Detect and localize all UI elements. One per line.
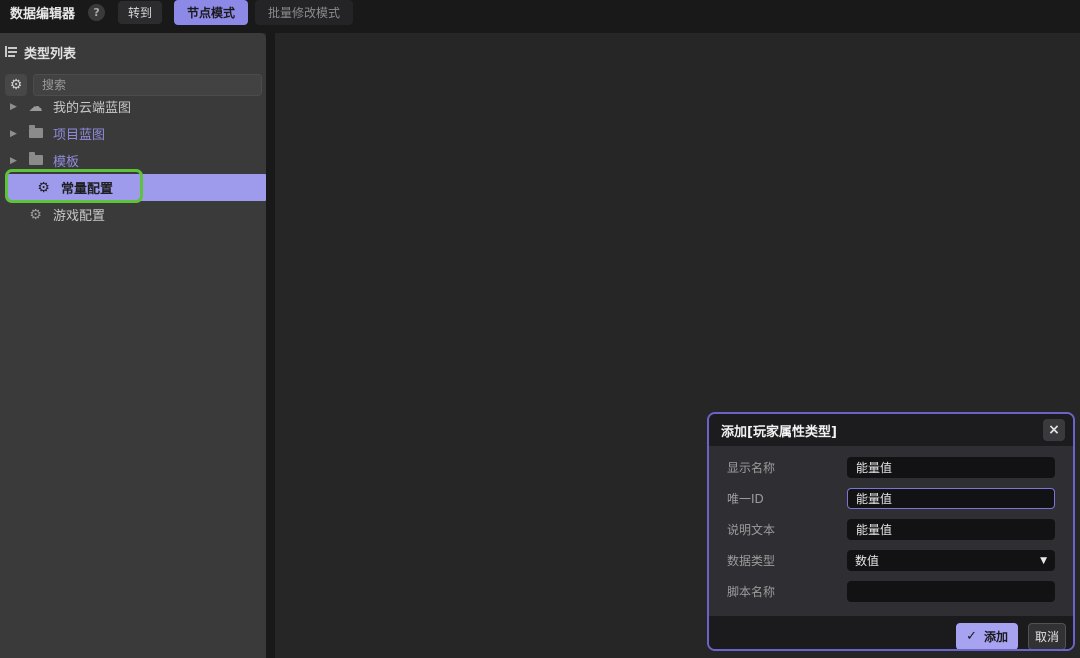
field-label: 说明文本 bbox=[727, 523, 776, 537]
dialog-title: 添加[玩家属性类型] bbox=[721, 424, 837, 440]
field-label: 显示名称 bbox=[727, 461, 776, 475]
field-label: 脚本名称 bbox=[727, 585, 776, 599]
chevron-down-icon: ▼ bbox=[1040, 555, 1047, 566]
tree-item-label: 游戏配置 bbox=[53, 209, 106, 224]
gear-icon: ⚙ bbox=[37, 179, 50, 196]
type-list-panel: 类型列表 ⚙ ▶ ☁ 我的云端蓝图 ▶ 项目蓝图 ▶ 模板 ⚙ 常量配置 ⚙ bbox=[0, 33, 266, 658]
panel-title: 类型列表 bbox=[24, 47, 77, 62]
data-type-select[interactable]: 数值 ▼ bbox=[847, 550, 1055, 571]
field-data-type: 数据类型 数值 ▼ bbox=[727, 550, 1055, 571]
help-icon[interactable]: ? bbox=[88, 3, 106, 21]
unique-id-input[interactable] bbox=[847, 488, 1055, 509]
folder-icon bbox=[27, 125, 44, 141]
description-input[interactable] bbox=[847, 519, 1055, 540]
cancel-button[interactable]: 取消 bbox=[1027, 622, 1066, 649]
folder-icon bbox=[27, 152, 44, 168]
gear-icon: ⚙ bbox=[9, 77, 23, 93]
type-list-icon bbox=[4, 44, 19, 62]
tree-item-label: 项目蓝图 bbox=[53, 128, 106, 143]
add-button[interactable]: ✓ 添加 bbox=[956, 622, 1018, 649]
display-name-input[interactable] bbox=[847, 457, 1055, 478]
gear-icon: ⚙ bbox=[29, 206, 42, 223]
tree-item-label: 模板 bbox=[53, 155, 80, 170]
dialog-titlebar: 添加[玩家属性类型] × bbox=[709, 414, 1073, 446]
add-button-label: 添加 bbox=[983, 629, 1008, 644]
goto-button[interactable]: 转到 bbox=[118, 0, 163, 24]
field-script-name: 脚本名称 bbox=[727, 581, 1055, 602]
cloud-icon: ☁ bbox=[28, 98, 43, 115]
chevron-right-icon[interactable]: ▶ bbox=[7, 156, 20, 166]
type-tree: ▶ ☁ 我的云端蓝图 ▶ 项目蓝图 ▶ 模板 ⚙ 常量配置 ⚙ 游戏配置 bbox=[0, 93, 266, 228]
app-title: 数据编辑器 bbox=[10, 6, 76, 22]
field-unique-id: 唯一ID bbox=[727, 488, 1055, 509]
sidebar-scrollbar[interactable] bbox=[266, 33, 275, 658]
tree-item-constant-config[interactable]: ⚙ 常量配置 bbox=[8, 174, 266, 201]
tab-node-mode[interactable]: 节点模式 bbox=[174, 0, 249, 25]
dialog-body: 显示名称 唯一ID 说明文本 数据类型 数值 ▼ 脚本名称 bbox=[709, 446, 1073, 616]
field-description: 说明文本 bbox=[727, 519, 1055, 540]
field-label: 唯一ID bbox=[727, 492, 764, 506]
chevron-right-icon[interactable]: ▶ bbox=[7, 129, 20, 139]
script-name-input[interactable] bbox=[847, 581, 1055, 602]
tree-item-label: 我的云端蓝图 bbox=[53, 101, 132, 116]
tree-item-templates[interactable]: ▶ 模板 bbox=[0, 147, 266, 174]
tree-item-my-cloud-blueprints[interactable]: ▶ ☁ 我的云端蓝图 bbox=[0, 93, 266, 120]
dialog-footer: ✓ 添加 取消 bbox=[709, 616, 1073, 649]
type-list-header: 类型列表 bbox=[0, 33, 266, 68]
tree-item-game-config[interactable]: ⚙ 游戏配置 bbox=[0, 201, 266, 228]
chevron-right-icon[interactable]: ▶ bbox=[7, 102, 20, 112]
field-display-name: 显示名称 bbox=[727, 457, 1055, 478]
tab-batch-edit-mode[interactable]: 批量修改模式 bbox=[255, 0, 354, 25]
field-label: 数据类型 bbox=[727, 554, 776, 568]
add-player-attribute-dialog: 添加[玩家属性类型] × 显示名称 唯一ID 说明文本 数据类型 数值 ▼ 脚本… bbox=[707, 412, 1075, 651]
selected-option: 数值 bbox=[855, 554, 880, 568]
top-toolbar: 数据编辑器 ? 转到 节点模式 批量修改模式 bbox=[0, 0, 1080, 33]
tree-item-project-blueprints[interactable]: ▶ 项目蓝图 bbox=[0, 120, 266, 147]
close-icon[interactable]: × bbox=[1043, 419, 1065, 441]
check-icon: ✓ bbox=[966, 628, 977, 644]
tree-item-label: 常量配置 bbox=[61, 182, 114, 197]
